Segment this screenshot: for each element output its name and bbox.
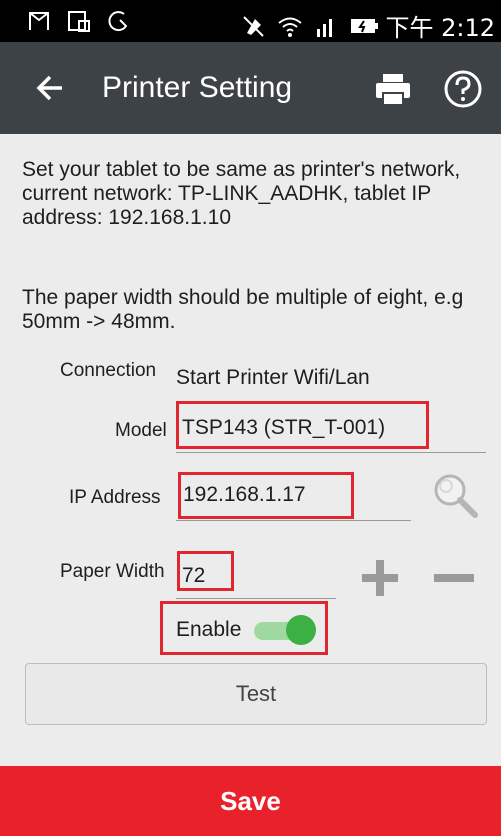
paper-width-label: Paper Width [60,561,165,582]
connection-label: Connection [60,360,157,381]
status-time: 下午 2:12 [385,14,495,42]
print-button[interactable] [370,66,416,112]
printer-icon [376,74,410,106]
model-label: Model [115,420,167,441]
test-button[interactable]: Test [25,663,487,725]
enable-highlight [160,601,328,655]
status-bar: 下午 2:12 [0,0,501,42]
mute-icon [241,13,267,39]
increase-width-button[interactable] [358,556,402,600]
help-button[interactable] [440,66,486,112]
ip-address-highlight [178,472,354,519]
battery-icon [349,13,379,39]
plus-icon [362,560,398,596]
search-icon [434,474,478,518]
search-printer-button[interactable] [430,470,480,520]
app-bar: Printer Setting [0,42,501,134]
paper-width-hint: The paper width should be multiple of ei… [22,286,464,333]
signal-icon [313,13,339,39]
usb-icon [106,8,132,34]
model-underline [176,452,486,453]
arrow-left-icon [36,75,62,101]
page-title: Printer Setting [102,71,293,104]
decrease-width-button[interactable] [432,556,476,600]
wifi-icon [277,13,303,39]
help-circle-icon [444,70,482,108]
connection-value[interactable]: Start Printer Wifi/Lan [176,366,370,390]
save-button[interactable]: Save [0,766,501,836]
ip-address-label: IP Address [69,487,161,508]
model-highlight [176,401,429,449]
notification-icon [26,8,52,34]
paper-width-underline [176,598,336,599]
back-button[interactable] [28,64,76,112]
sim-card-icon [66,8,92,34]
ip-address-underline [176,520,411,521]
paper-width-highlight [177,551,234,591]
network-info-text: Set your tablet to be same as printer's … [22,158,461,229]
minus-icon [434,574,474,582]
